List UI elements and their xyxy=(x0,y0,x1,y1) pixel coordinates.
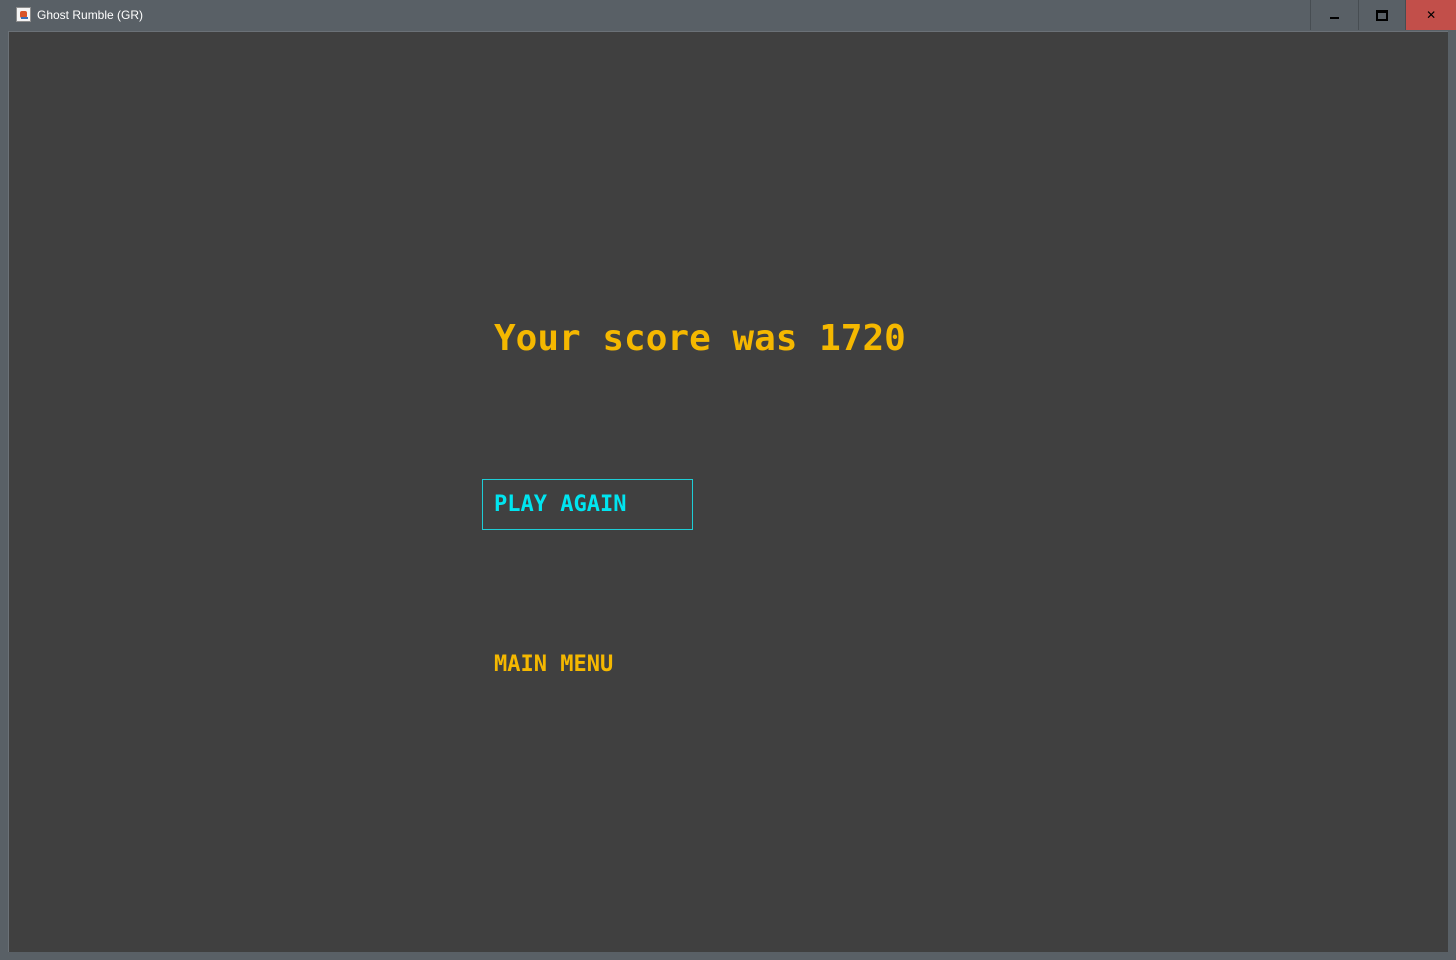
main-menu-button[interactable]: MAIN MENU xyxy=(494,652,613,677)
game-canvas: Your score was 1720 PLAY AGAIN MAIN MENU xyxy=(8,31,1448,952)
play-again-button[interactable]: PLAY AGAIN xyxy=(482,479,693,530)
maximize-button[interactable] xyxy=(1357,0,1406,30)
app-window: Ghost Rumble (GR) ✕ Your score was 1720 … xyxy=(0,0,1456,960)
window-controls: ✕ xyxy=(1310,0,1456,31)
java-cup-icon xyxy=(16,7,31,22)
close-icon: ✕ xyxy=(1426,8,1437,22)
minimize-button[interactable] xyxy=(1310,0,1358,30)
window-title: Ghost Rumble (GR) xyxy=(37,8,144,22)
score-text: Your score was 1720 xyxy=(494,318,906,359)
close-button[interactable]: ✕ xyxy=(1405,0,1456,30)
minimize-icon xyxy=(1329,17,1339,19)
maximize-icon xyxy=(1376,9,1388,21)
title-bar[interactable]: Ghost Rumble (GR) ✕ xyxy=(0,0,1456,31)
